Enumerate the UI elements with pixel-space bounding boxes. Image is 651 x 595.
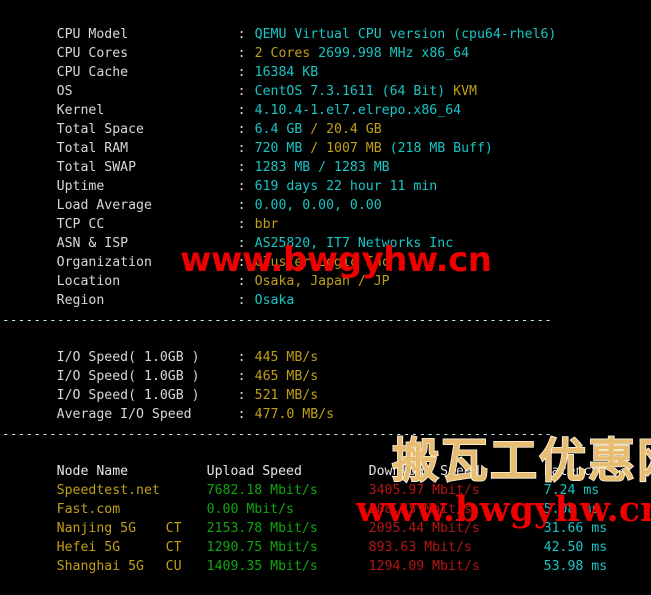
section-separator: ----------------------------------------… xyxy=(2,312,553,327)
info-value-part: KVM xyxy=(453,84,477,99)
cell-upload-speed: 1290.75 Mbit/s xyxy=(206,540,318,555)
info-colon: : xyxy=(237,236,246,251)
info-colon: : xyxy=(237,160,246,175)
header-latency: Latency xyxy=(543,464,600,479)
info-colon: : xyxy=(237,179,246,194)
info-label: Region xyxy=(56,293,105,308)
cell-isp-tag: CU xyxy=(165,559,182,574)
info-value-part: 2699.998 MHz x86_64 xyxy=(318,46,470,61)
io-label: I/O Speed( 1.0GB ) xyxy=(56,388,200,403)
io-colon: : xyxy=(237,388,246,403)
io-colon: : xyxy=(237,369,246,384)
io-speed-block: I/O Speed( 1.0GB ):445 MB/s I/O Speed( 1… xyxy=(0,329,651,422)
header-download-speed: Download Speed xyxy=(368,464,480,479)
info-value-part: / 1007 MB xyxy=(310,141,390,156)
info-value-part: / 20.4 GB xyxy=(310,122,382,137)
info-label: CPU Model xyxy=(56,27,129,42)
cell-upload-speed: 1409.35 Mbit/s xyxy=(206,559,318,574)
io-label: Average I/O Speed xyxy=(56,407,192,422)
info-label: Location xyxy=(56,274,121,289)
info-colon: : xyxy=(237,103,246,118)
system-info-block: CPU Model: QEMU Virtual CPU version (cpu6… xyxy=(0,6,651,308)
cell-node-name: Shanghai 5G xyxy=(56,559,144,574)
info-label: CPU Cache xyxy=(56,65,129,80)
info-label: Organization xyxy=(56,255,152,270)
table-header-row: Node Name Upload Speed Download Speed Laten… xyxy=(0,443,651,479)
info-label: ASN & ISP xyxy=(56,236,129,251)
cell-node-name: Speedtest.net xyxy=(56,483,160,498)
info-colon: : xyxy=(237,46,246,61)
io-value: 445 MB/s xyxy=(254,350,319,365)
info-value: 0.00, 0.00, 0.00 xyxy=(254,198,382,213)
info-value-part: (218 MB Buff) xyxy=(389,141,493,156)
info-label: CPU Cores xyxy=(56,46,129,61)
info-value: Osaka, Japan / JP xyxy=(254,274,390,289)
info-value-part: CentOS 7.3.1611 (64 Bit) xyxy=(254,84,454,99)
cell-latency: 5.08 ms xyxy=(543,502,600,517)
header-node-name: Node Name xyxy=(56,464,129,479)
info-colon: : xyxy=(237,122,246,137)
io-value: 465 MB/s xyxy=(254,369,319,384)
cell-upload-speed: 0.00 Mbit/s xyxy=(206,502,294,517)
info-colon: : xyxy=(237,198,246,213)
info-value: Osaka xyxy=(254,293,295,308)
info-colon: : xyxy=(237,141,246,156)
info-label: Total Space xyxy=(56,122,144,137)
io-label: I/O Speed( 1.0GB ) xyxy=(56,350,200,365)
info-colon: : xyxy=(237,217,246,232)
info-value-part: 2 Cores xyxy=(254,46,319,61)
cell-latency: 7.24 ms xyxy=(543,483,600,498)
cell-isp-tag: CT xyxy=(165,521,182,536)
info-label: Uptime xyxy=(56,179,105,194)
info-value: bbr xyxy=(254,217,279,232)
cell-latency: 42.50 ms xyxy=(543,540,608,555)
cell-node-name: Fast.com xyxy=(56,502,121,517)
info-value: QEMU Virtual CPU version (cpu64-rhel6) xyxy=(254,27,557,42)
cell-latency: 53.98 ms xyxy=(543,559,608,574)
info-colon: : xyxy=(237,27,246,42)
header-upload-speed: Upload Speed xyxy=(206,464,302,479)
info-label: Kernel xyxy=(56,103,105,118)
cell-download-speed: 893.63 Mbit/s xyxy=(368,540,472,555)
cell-download-speed: 3405.97 Mbit/s xyxy=(368,483,480,498)
info-value: 619 days 22 hour 11 min xyxy=(254,179,438,194)
info-label: Total SWAP xyxy=(56,160,137,175)
cell-upload-speed: 7682.18 Mbit/s xyxy=(206,483,318,498)
info-value-part: 720 MB xyxy=(254,141,311,156)
info-colon: : xyxy=(237,274,246,289)
info-row: CPU Model: QEMU Virtual CPU version (cpu6… xyxy=(0,6,651,42)
info-colon: : xyxy=(237,255,246,270)
io-colon: : xyxy=(237,407,246,422)
info-colon: : xyxy=(237,293,246,308)
io-label: I/O Speed( 1.0GB ) xyxy=(56,369,200,384)
info-label: Load Average xyxy=(56,198,152,213)
terminal-output: CPU Model: QEMU Virtual CPU version (cpu6… xyxy=(0,0,651,574)
cell-node-name: Hefei 5G xyxy=(56,540,121,555)
cell-isp-tag: CT xyxy=(165,540,182,555)
speedtest-table: Node Name Upload Speed Download Speed Laten… xyxy=(0,443,651,574)
info-value: 1283 MB / 1283 MB xyxy=(254,160,390,175)
info-value: 16384 KB xyxy=(254,65,319,80)
info-value: AS25820, IT7 Networks Inc xyxy=(254,236,454,251)
cell-download-speed: 208.25 Mbit/s xyxy=(368,502,472,517)
info-value: 4.10.4-1.el7.elrepo.x86_64 xyxy=(254,103,462,118)
io-colon: : xyxy=(237,350,246,365)
info-label: TCP CC xyxy=(56,217,105,232)
io-row: I/O Speed( 1.0GB ):445 MB/s xyxy=(0,329,651,365)
cell-download-speed: 1294.09 Mbit/s xyxy=(368,559,480,574)
cell-latency: 31.66 ms xyxy=(543,521,608,536)
info-value-part: 6.4 GB xyxy=(254,122,311,137)
info-label: OS xyxy=(56,84,73,99)
io-value: 521 MB/s xyxy=(254,388,319,403)
cell-download-speed: 2095.44 Mbit/s xyxy=(368,521,480,536)
info-value: Cluster Logic Inc xyxy=(254,255,390,270)
io-value: 477.0 MB/s xyxy=(254,407,335,422)
cell-upload-speed: 2153.78 Mbit/s xyxy=(206,521,318,536)
info-label: Total RAM xyxy=(56,141,129,156)
cell-node-name: Nanjing 5G xyxy=(56,521,137,536)
section-separator: ----------------------------------------… xyxy=(2,426,553,441)
info-colon: : xyxy=(237,84,246,99)
info-colon: : xyxy=(237,65,246,80)
